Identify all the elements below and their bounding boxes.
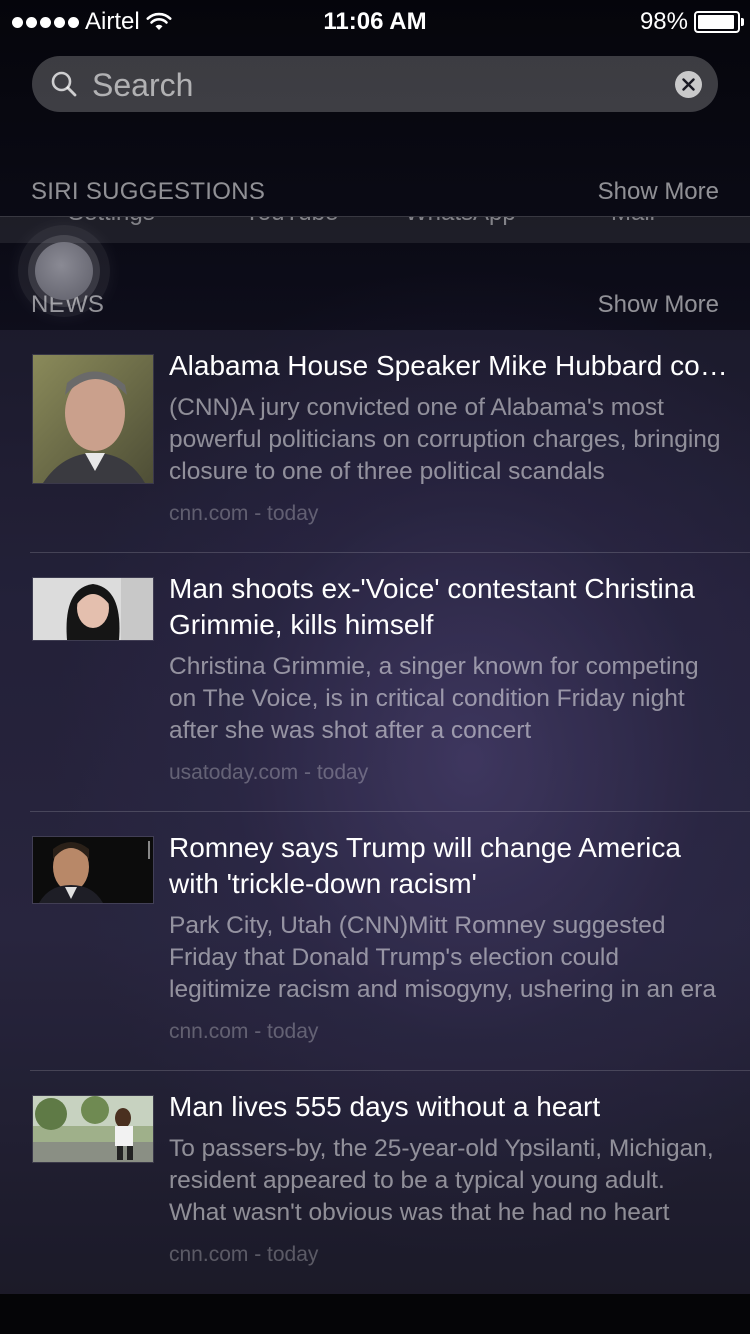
assistive-touch-button[interactable]	[18, 225, 110, 317]
app-label-settings[interactable]: Settings	[68, 217, 155, 227]
search-icon	[51, 71, 77, 97]
app-label-mail[interactable]: Mail	[611, 217, 655, 227]
news-source: cnn.com - today	[169, 1020, 319, 1043]
news-thumbnail	[32, 577, 154, 641]
news-thumbnail	[32, 1095, 154, 1163]
news-list: Alabama House Speaker Mike Hubbard convi…	[0, 330, 750, 1294]
news-source: usatoday.com - today	[169, 761, 369, 784]
battery-icon	[694, 11, 744, 33]
clear-search-button[interactable]	[675, 71, 702, 98]
siri-suggestions-header: SIRI SUGGESTIONS Show More	[0, 178, 750, 218]
clock: 11:06 AM	[323, 8, 427, 35]
news-snippet: To passers-by, the 25-year-old Ypsilanti…	[169, 1135, 714, 1226]
divider	[30, 811, 750, 812]
search-input[interactable]	[90, 56, 654, 114]
siri-suggestions-title: SIRI SUGGESTIONS	[31, 178, 266, 205]
battery-indicator: 98%	[639, 8, 744, 36]
divider	[30, 1070, 750, 1071]
news-thumbnail	[32, 836, 154, 904]
divider	[30, 552, 750, 553]
battery-percent: 98%	[639, 8, 688, 35]
close-icon	[682, 78, 695, 91]
search-bar[interactable]	[32, 56, 718, 114]
siri-app-suggestions: Settings YouTube WhatsApp Mail	[0, 216, 750, 243]
news-source: cnn.com - today	[169, 502, 319, 525]
news-headline: Alabama House Speaker Mike Hubbard convi…	[169, 350, 729, 381]
app-label-whatsapp[interactable]: WhatsApp	[405, 217, 516, 227]
news-snippet: Park City, Utah (CNN)Mitt Romney suggest…	[169, 912, 716, 1003]
news-show-more[interactable]: Show More	[598, 291, 719, 319]
siri-suggestions-show-more[interactable]: Show More	[598, 178, 719, 206]
news-snippet: Christina Grimmie, a singer known for co…	[169, 653, 699, 744]
news-source: cnn.com - today	[169, 1243, 319, 1266]
app-label-youtube[interactable]: YouTube	[244, 217, 338, 227]
news-headline: Romney says Trump will change America wi…	[169, 832, 681, 899]
status-bar: Airtel 11:06 AM 98%	[0, 0, 750, 40]
news-header: NEWS Show More	[0, 291, 750, 331]
news-headline: Man shoots ex-'Voice' contestant Christi…	[169, 573, 695, 640]
news-snippet: (CNN)A jury convicted one of Alabama's m…	[169, 394, 721, 485]
news-thumbnail	[32, 354, 154, 484]
bottom-edge	[0, 1294, 750, 1334]
news-headline: Man lives 555 days without a heart	[169, 1091, 601, 1122]
